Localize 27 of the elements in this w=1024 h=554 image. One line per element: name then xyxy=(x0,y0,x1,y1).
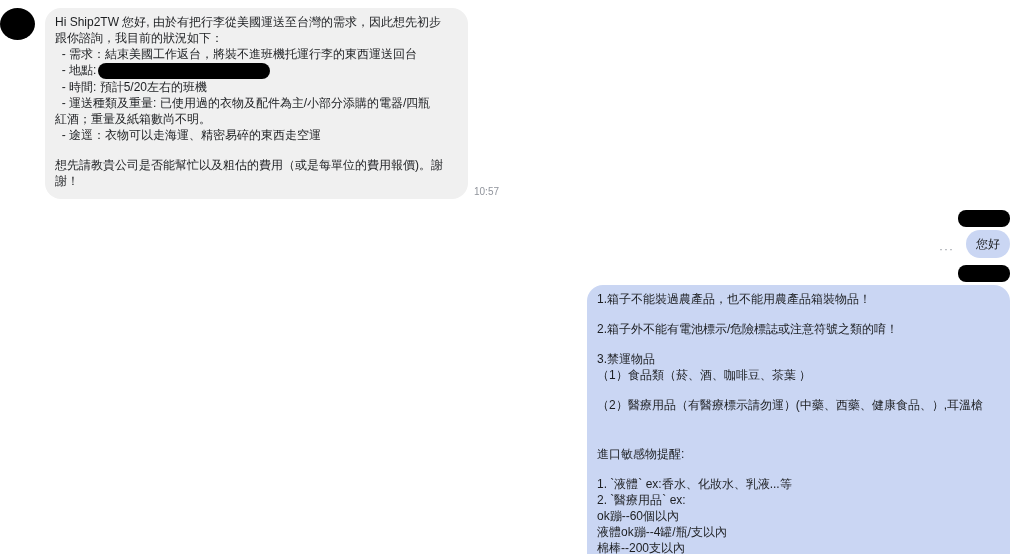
message-text: 1.箱子不能裝過農產品，也不能用農產品箱裝物品！ xyxy=(597,290,872,307)
message-text: （1）食品類（菸、酒、咖啡豆、茶葉 ） xyxy=(597,366,812,383)
message-text: （2）醫療用品（有醫療標示請勿運）(中藥、西藥、健康食品、）,耳溫槍 xyxy=(597,396,984,413)
message-text: 想先請教貴公司是否能幫忙以及粗估的費用（或是每單位的費用報價)。謝 xyxy=(55,156,444,173)
message-text: 進口敏感物提醒: xyxy=(597,445,686,462)
status-indicator: ··· xyxy=(939,240,954,258)
message-text: 跟你諮詢，我目前的狀況如下： xyxy=(55,30,224,46)
message-text: 1. `液體` ex:香水、化妝水、乳液...等 xyxy=(597,475,793,492)
message-text: 2. `醫療用品` ex: xyxy=(597,491,687,508)
redaction-bar xyxy=(958,264,1010,282)
message-text: 棉棒--200支以內 xyxy=(597,539,686,554)
message-text: ok蹦--60個以內 xyxy=(597,507,680,524)
message-text: 2.箱子外不能有電池標示/危險標誌或注意符號之類的唷！ xyxy=(597,320,900,337)
message-text: - 時間: 預計5/20左右的班機 xyxy=(60,78,209,95)
message-text: 3.禁運物品 xyxy=(597,350,656,367)
message-text: 謝！ xyxy=(55,172,80,189)
message-text: - 運送種類及重量: 已使用過的衣物及配件為主/小部分添購的電器/四瓶 xyxy=(60,94,432,111)
avatar xyxy=(0,8,35,40)
message-text: - 地點: xyxy=(60,63,97,77)
message-text: - 途逕：衣物可以走海運、精密易碎的東西走空運 xyxy=(60,126,322,143)
message-text: Hi Ship2TW 您好, 由於有把行李從美國運送至台灣的需求，因此想先初步 xyxy=(55,14,442,30)
message-text: 您好 xyxy=(976,235,1000,252)
redaction-bar xyxy=(958,209,1010,227)
message-time: 10:57 xyxy=(474,184,500,199)
message-text: - 需求：結束美國工作返台，將裝不進班機托運行李的東西運送回台 xyxy=(60,46,418,62)
message-text: 紅酒；重量及紙箱數尚不明。 xyxy=(55,110,212,127)
message-text: 液體ok蹦--4罐/瓶/支以內 xyxy=(597,523,728,540)
